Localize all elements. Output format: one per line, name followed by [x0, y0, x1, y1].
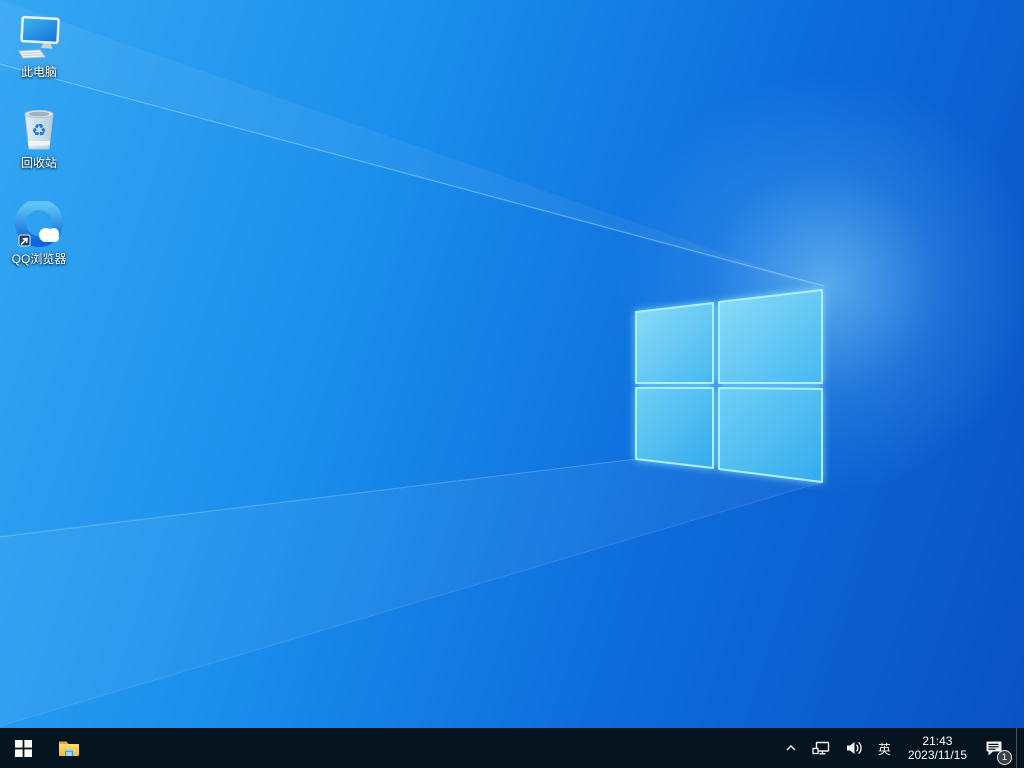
- file-explorer-icon: [57, 736, 81, 760]
- desktop-icon-qq-browser[interactable]: QQ浏览器: [1, 195, 77, 266]
- action-center-button[interactable]: 1: [976, 728, 1016, 768]
- taskbar-clock[interactable]: 21:43 2023/11/15: [899, 734, 976, 762]
- desktop-icon-this-pc[interactable]: 此电脑: [1, 8, 77, 79]
- desktop-wallpaper: 此电脑 ♻ 回收站: [0, 0, 1024, 768]
- speaker-icon: [845, 740, 863, 756]
- language-indicator[interactable]: 英: [870, 728, 899, 768]
- icon-label-recycle-bin: 回收站: [21, 156, 57, 170]
- clock-date: 2023/11/15: [908, 748, 967, 762]
- shortcut-arrow-badge: [19, 235, 30, 246]
- file-explorer-button[interactable]: [47, 728, 90, 768]
- icon-label-qq-browser: QQ浏览器: [12, 252, 67, 266]
- desktop-icon-recycle-bin[interactable]: ♻ 回收站: [1, 99, 77, 170]
- notification-count-badge: 1: [997, 750, 1012, 765]
- icon-label-this-pc: 此电脑: [21, 65, 57, 79]
- hidden-icons-button[interactable]: [777, 728, 805, 768]
- start-button[interactable]: [0, 728, 47, 768]
- taskbar-empty-area: [90, 728, 777, 768]
- svg-text:♻: ♻: [31, 121, 46, 141]
- system-tray: 英 21:43 2023/11/15 1: [777, 728, 1024, 768]
- network-tray-button[interactable]: [805, 728, 838, 768]
- wallpaper-light-rays: [0, 0, 1024, 768]
- volume-tray-button[interactable]: [838, 728, 870, 768]
- clock-time: 21:43: [922, 734, 952, 748]
- show-desktop-button[interactable]: [1016, 728, 1024, 768]
- windows-logo: [636, 290, 822, 482]
- qq-browser-icon: [15, 201, 63, 249]
- windows-start-icon: [15, 740, 32, 757]
- recycle-bin-icon: ♻: [15, 105, 63, 153]
- this-pc-icon: [15, 14, 63, 62]
- network-ethernet-icon: [812, 739, 831, 757]
- taskbar: 英 21:43 2023/11/15 1: [0, 728, 1024, 768]
- chevron-up-icon: [784, 741, 798, 755]
